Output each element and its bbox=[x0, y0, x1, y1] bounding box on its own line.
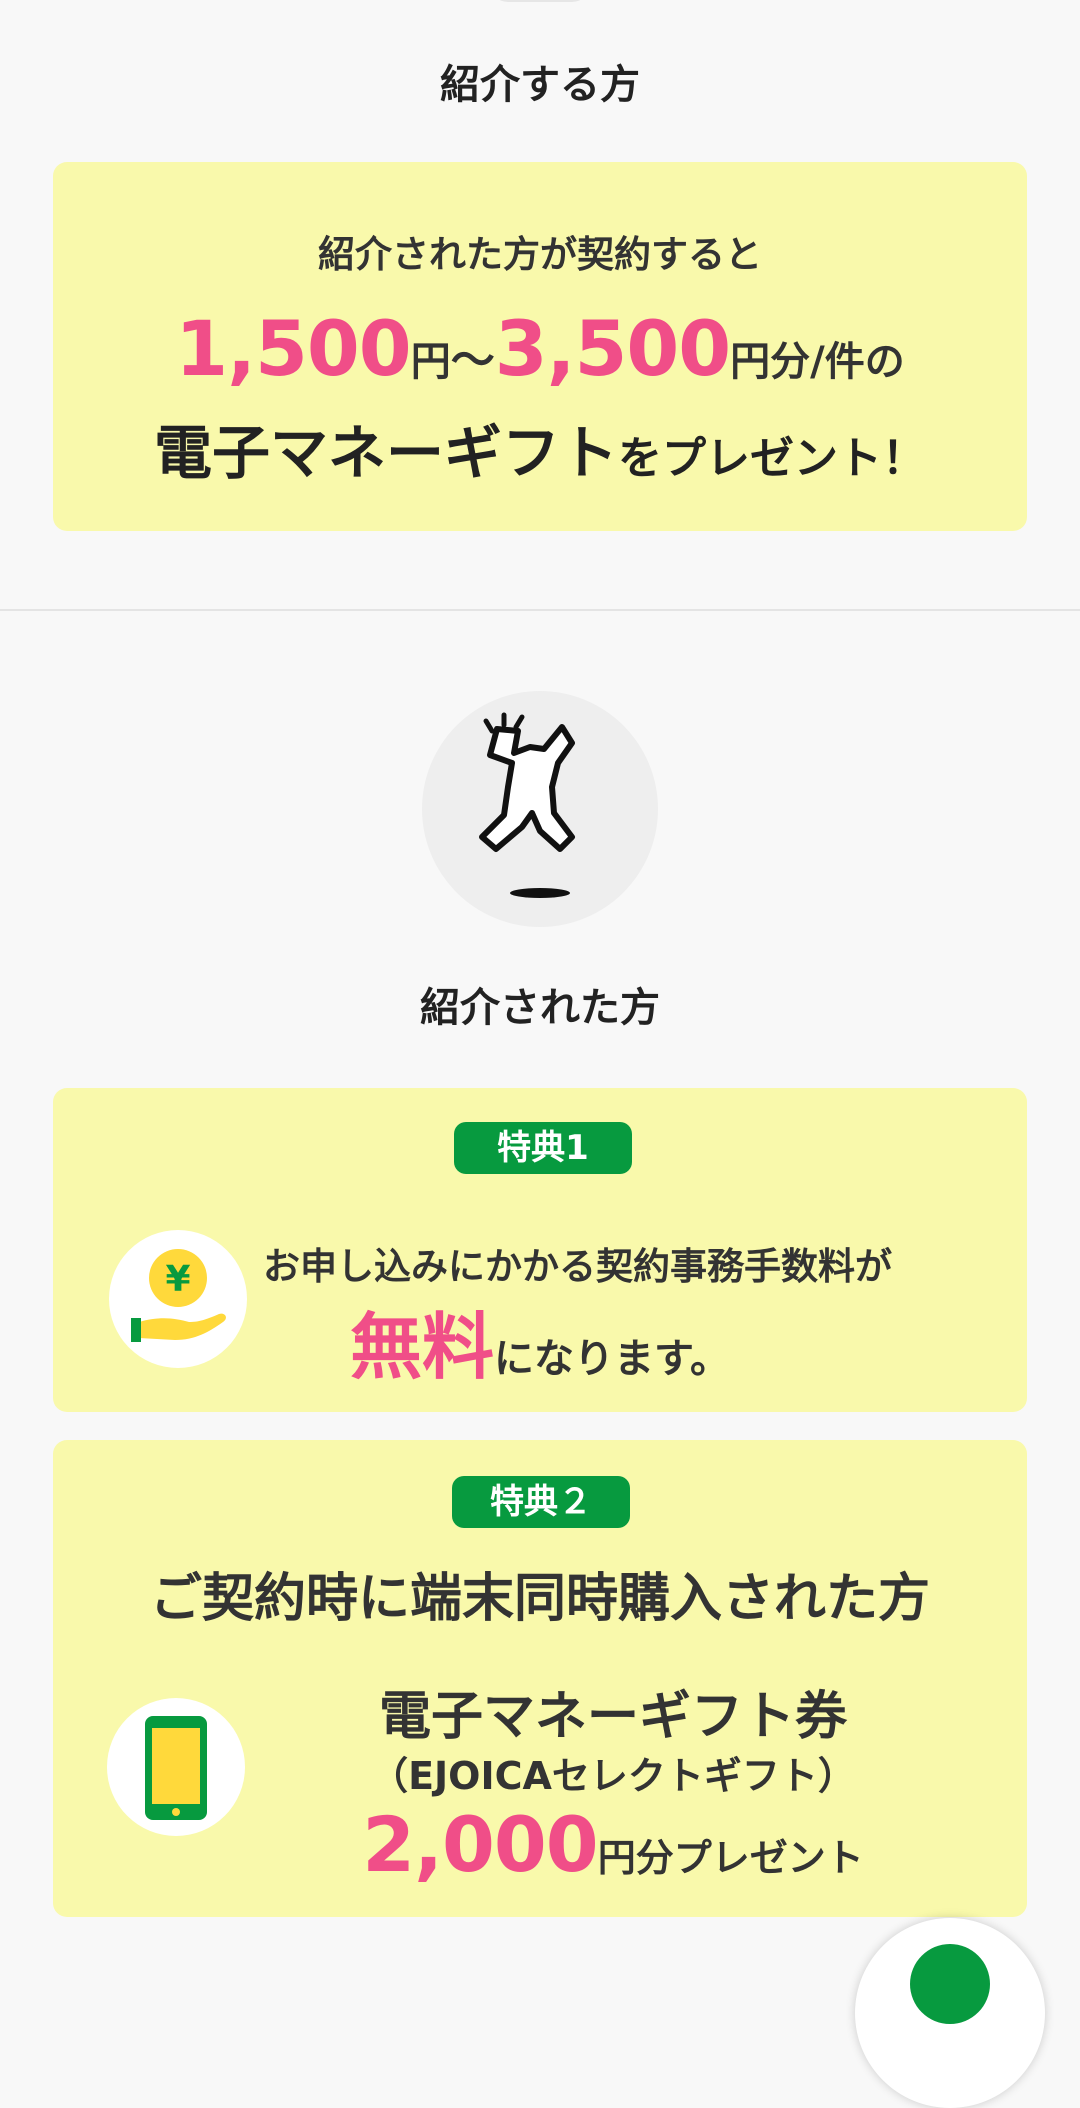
referrer-reward-card: 紹介された方が契約すると 1,500円～3,500円分/件の 電子マネーギフトを… bbox=[53, 162, 1027, 531]
free-highlight: 無料 bbox=[349, 1305, 494, 1389]
benefit2-amount: 2,000 bbox=[362, 1800, 598, 1889]
benefit2-card: 特典２ ご契約時に端末同時購入された方 電子マネーギフト券 （EJOICAセレク… bbox=[53, 1440, 1027, 1917]
benefit2-amount-line: 2,000円分プレゼント bbox=[273, 1800, 953, 1889]
referrer-section-title: 紹介する方 bbox=[440, 62, 640, 108]
tilde: ～ bbox=[450, 335, 495, 386]
yen-unit: 円 bbox=[410, 339, 451, 385]
referrer-amount-line: 1,500円～3,500円分/件の bbox=[53, 304, 1027, 393]
amount-low: 1,500 bbox=[175, 304, 411, 393]
benefit1-badge: 特典1 bbox=[454, 1122, 632, 1174]
benefit2-icon-circle bbox=[107, 1698, 245, 1836]
amount-suffix: 円分/件の bbox=[730, 339, 905, 385]
person-jumping-icon bbox=[479, 712, 575, 898]
avatar bbox=[422, 691, 658, 927]
benefit1-text: お申し込みにかかる契約事務手数料が bbox=[263, 1245, 892, 1288]
gift-suffix: をプレゼント！ bbox=[618, 433, 926, 484]
referred-section-title: 紹介された方 bbox=[420, 985, 660, 1031]
benefit2-gift-name: 電子マネーギフト券 bbox=[378, 1687, 847, 1747]
benefit2-condition: ご契約時に端末同時購入された方 bbox=[149, 1569, 930, 1629]
benefit2-tail: 円分プレゼント bbox=[597, 1836, 864, 1880]
benefit1-highlight-line: 無料になります。 bbox=[53, 1288, 1027, 1393]
gift-name: 電子マネーギフト bbox=[153, 419, 618, 487]
top-avatar-edge bbox=[490, 0, 590, 2]
amount-high: 3,500 bbox=[494, 304, 731, 393]
section-divider bbox=[0, 609, 1080, 611]
referrer-gift-line: 電子マネーギフトをプレゼント！ bbox=[53, 406, 1027, 490]
benefit1-card: 特典1 ¥ お申し込みにかかる契約事務手数料が 無料になります。 bbox=[53, 1088, 1027, 1412]
smartphone-icon bbox=[145, 1716, 207, 1820]
benefit2-gift-detail: （EJOICAセレクトギフト） bbox=[370, 1754, 856, 1798]
benefit1-tail: になります。 bbox=[494, 1336, 730, 1382]
referrer-condition-text: 紹介された方が契約すると bbox=[318, 233, 762, 276]
fab-icon bbox=[910, 1944, 990, 2024]
benefit2-badge: 特典２ bbox=[452, 1476, 630, 1528]
floating-action-button[interactable] bbox=[855, 1918, 1045, 2108]
